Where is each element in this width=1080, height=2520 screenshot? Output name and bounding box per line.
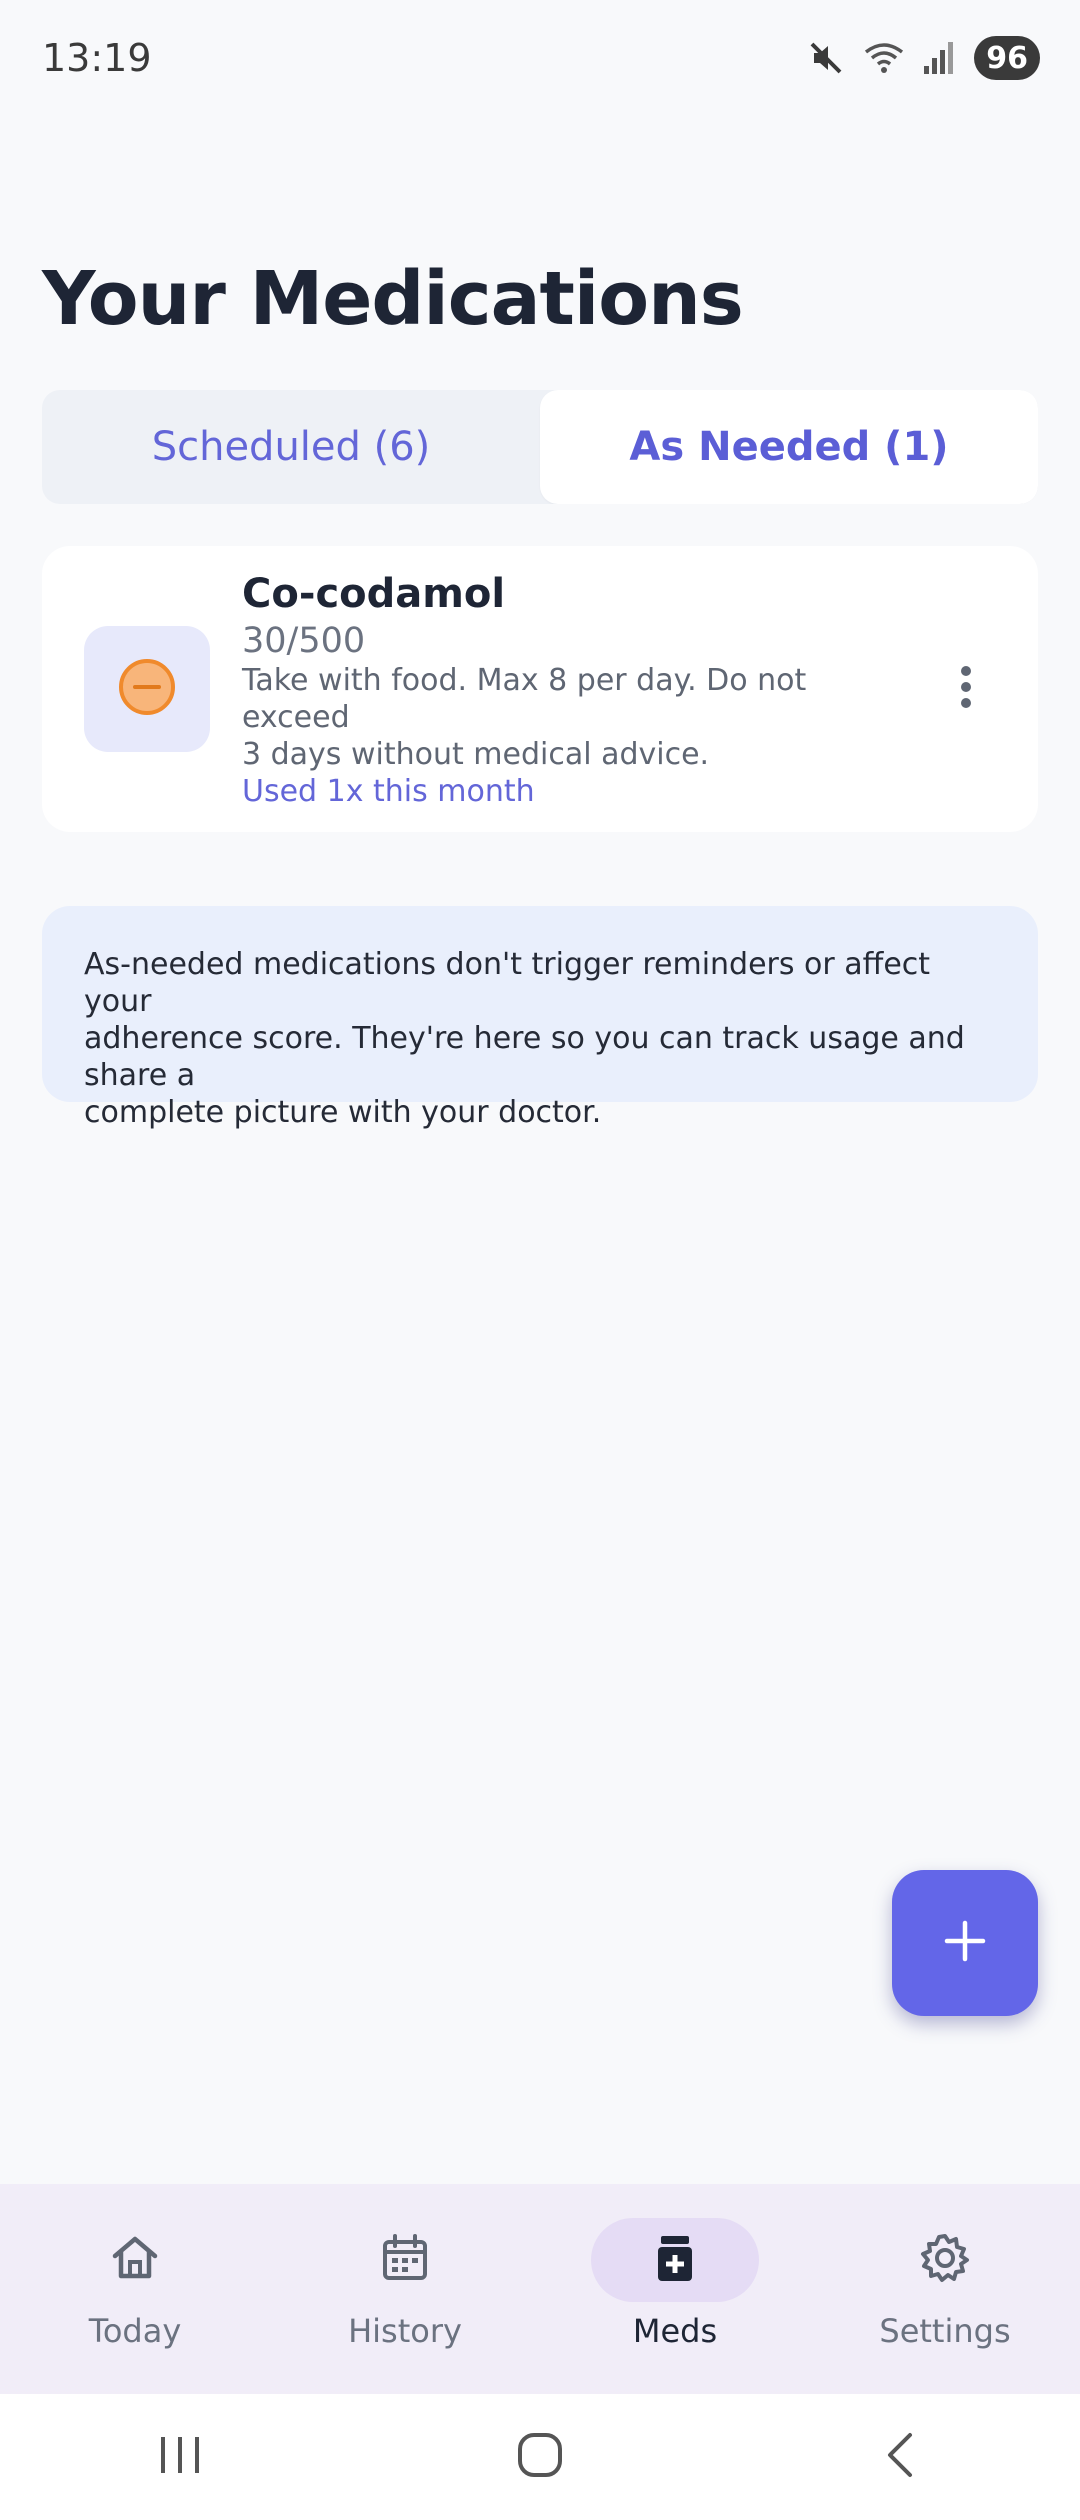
- nav-label-settings: Settings: [879, 2312, 1011, 2350]
- nav-label-meds: Meds: [632, 2312, 718, 2350]
- medication-card[interactable]: Co-codamol 30/500 Take with food. Max 8 …: [42, 546, 1038, 832]
- nav-item-settings[interactable]: Settings: [810, 2184, 1080, 2394]
- medication-note-line-1: Take with food. Max 8 per day. Do not ex…: [242, 663, 807, 735]
- tab-scheduled[interactable]: Scheduled (6): [42, 390, 540, 504]
- home-circle-icon: [516, 2431, 564, 2483]
- home-button[interactable]: [480, 2417, 600, 2497]
- medication-dose: 30/500: [242, 621, 366, 661]
- nav-item-today[interactable]: Today: [0, 2184, 270, 2394]
- gear-icon: [917, 2230, 973, 2290]
- back-chevron-icon: [880, 2431, 920, 2483]
- recent-apps-icon: [155, 2433, 205, 2481]
- medication-details: Co-codamol 30/500 Take with food. Max 8 …: [242, 568, 896, 810]
- calendar-icon: [377, 2230, 433, 2290]
- more-options-button[interactable]: [936, 649, 996, 729]
- medication-usage: Used 1x this month: [242, 774, 535, 809]
- nav-item-history[interactable]: History: [270, 2184, 540, 2394]
- recent-apps-button[interactable]: [120, 2417, 240, 2497]
- info-text-line-3: complete picture with your doctor.: [84, 1095, 602, 1130]
- page-title: Your Medications: [42, 256, 744, 342]
- status-bar: 13:19 96: [0, 0, 1080, 116]
- nav-label-history: History: [348, 2312, 462, 2350]
- status-time: 13:19: [42, 36, 152, 80]
- nav-item-meds[interactable]: Meds: [540, 2184, 810, 2394]
- back-button[interactable]: [840, 2417, 960, 2497]
- segmented-tabs: Scheduled (6) As Needed (1): [42, 390, 1038, 504]
- medication-name: Co-codamol: [242, 571, 506, 617]
- system-navigation-bar: [0, 2394, 1080, 2520]
- medication-note-line-2: 3 days without medical advice.: [242, 737, 710, 772]
- info-box: As-needed medications don't trigger remi…: [42, 906, 1038, 1130]
- bottom-navigation: Today History Meds Settings: [0, 2184, 1080, 2394]
- tab-as-needed[interactable]: As Needed (1): [540, 390, 1038, 504]
- status-icons: 96: [806, 36, 1040, 80]
- more-vertical-icon: [956, 662, 976, 716]
- plus-icon: [943, 1919, 987, 1967]
- add-medication-button[interactable]: [892, 1870, 1038, 2016]
- medication-icon-box: [84, 626, 210, 752]
- home-icon: [107, 2230, 163, 2290]
- medicine-bottle-icon: [647, 2230, 703, 2290]
- pill-minus-icon: [117, 657, 177, 721]
- info-text-line-2: adherence score. They're here so you can…: [84, 1021, 965, 1093]
- info-text-line-1: As-needed medications don't trigger remi…: [84, 947, 931, 1019]
- battery-level: 96: [974, 36, 1040, 80]
- signal-icon: [922, 38, 958, 78]
- nav-label-today: Today: [88, 2312, 182, 2350]
- mute-icon: [806, 38, 846, 78]
- wifi-icon: [862, 38, 906, 78]
